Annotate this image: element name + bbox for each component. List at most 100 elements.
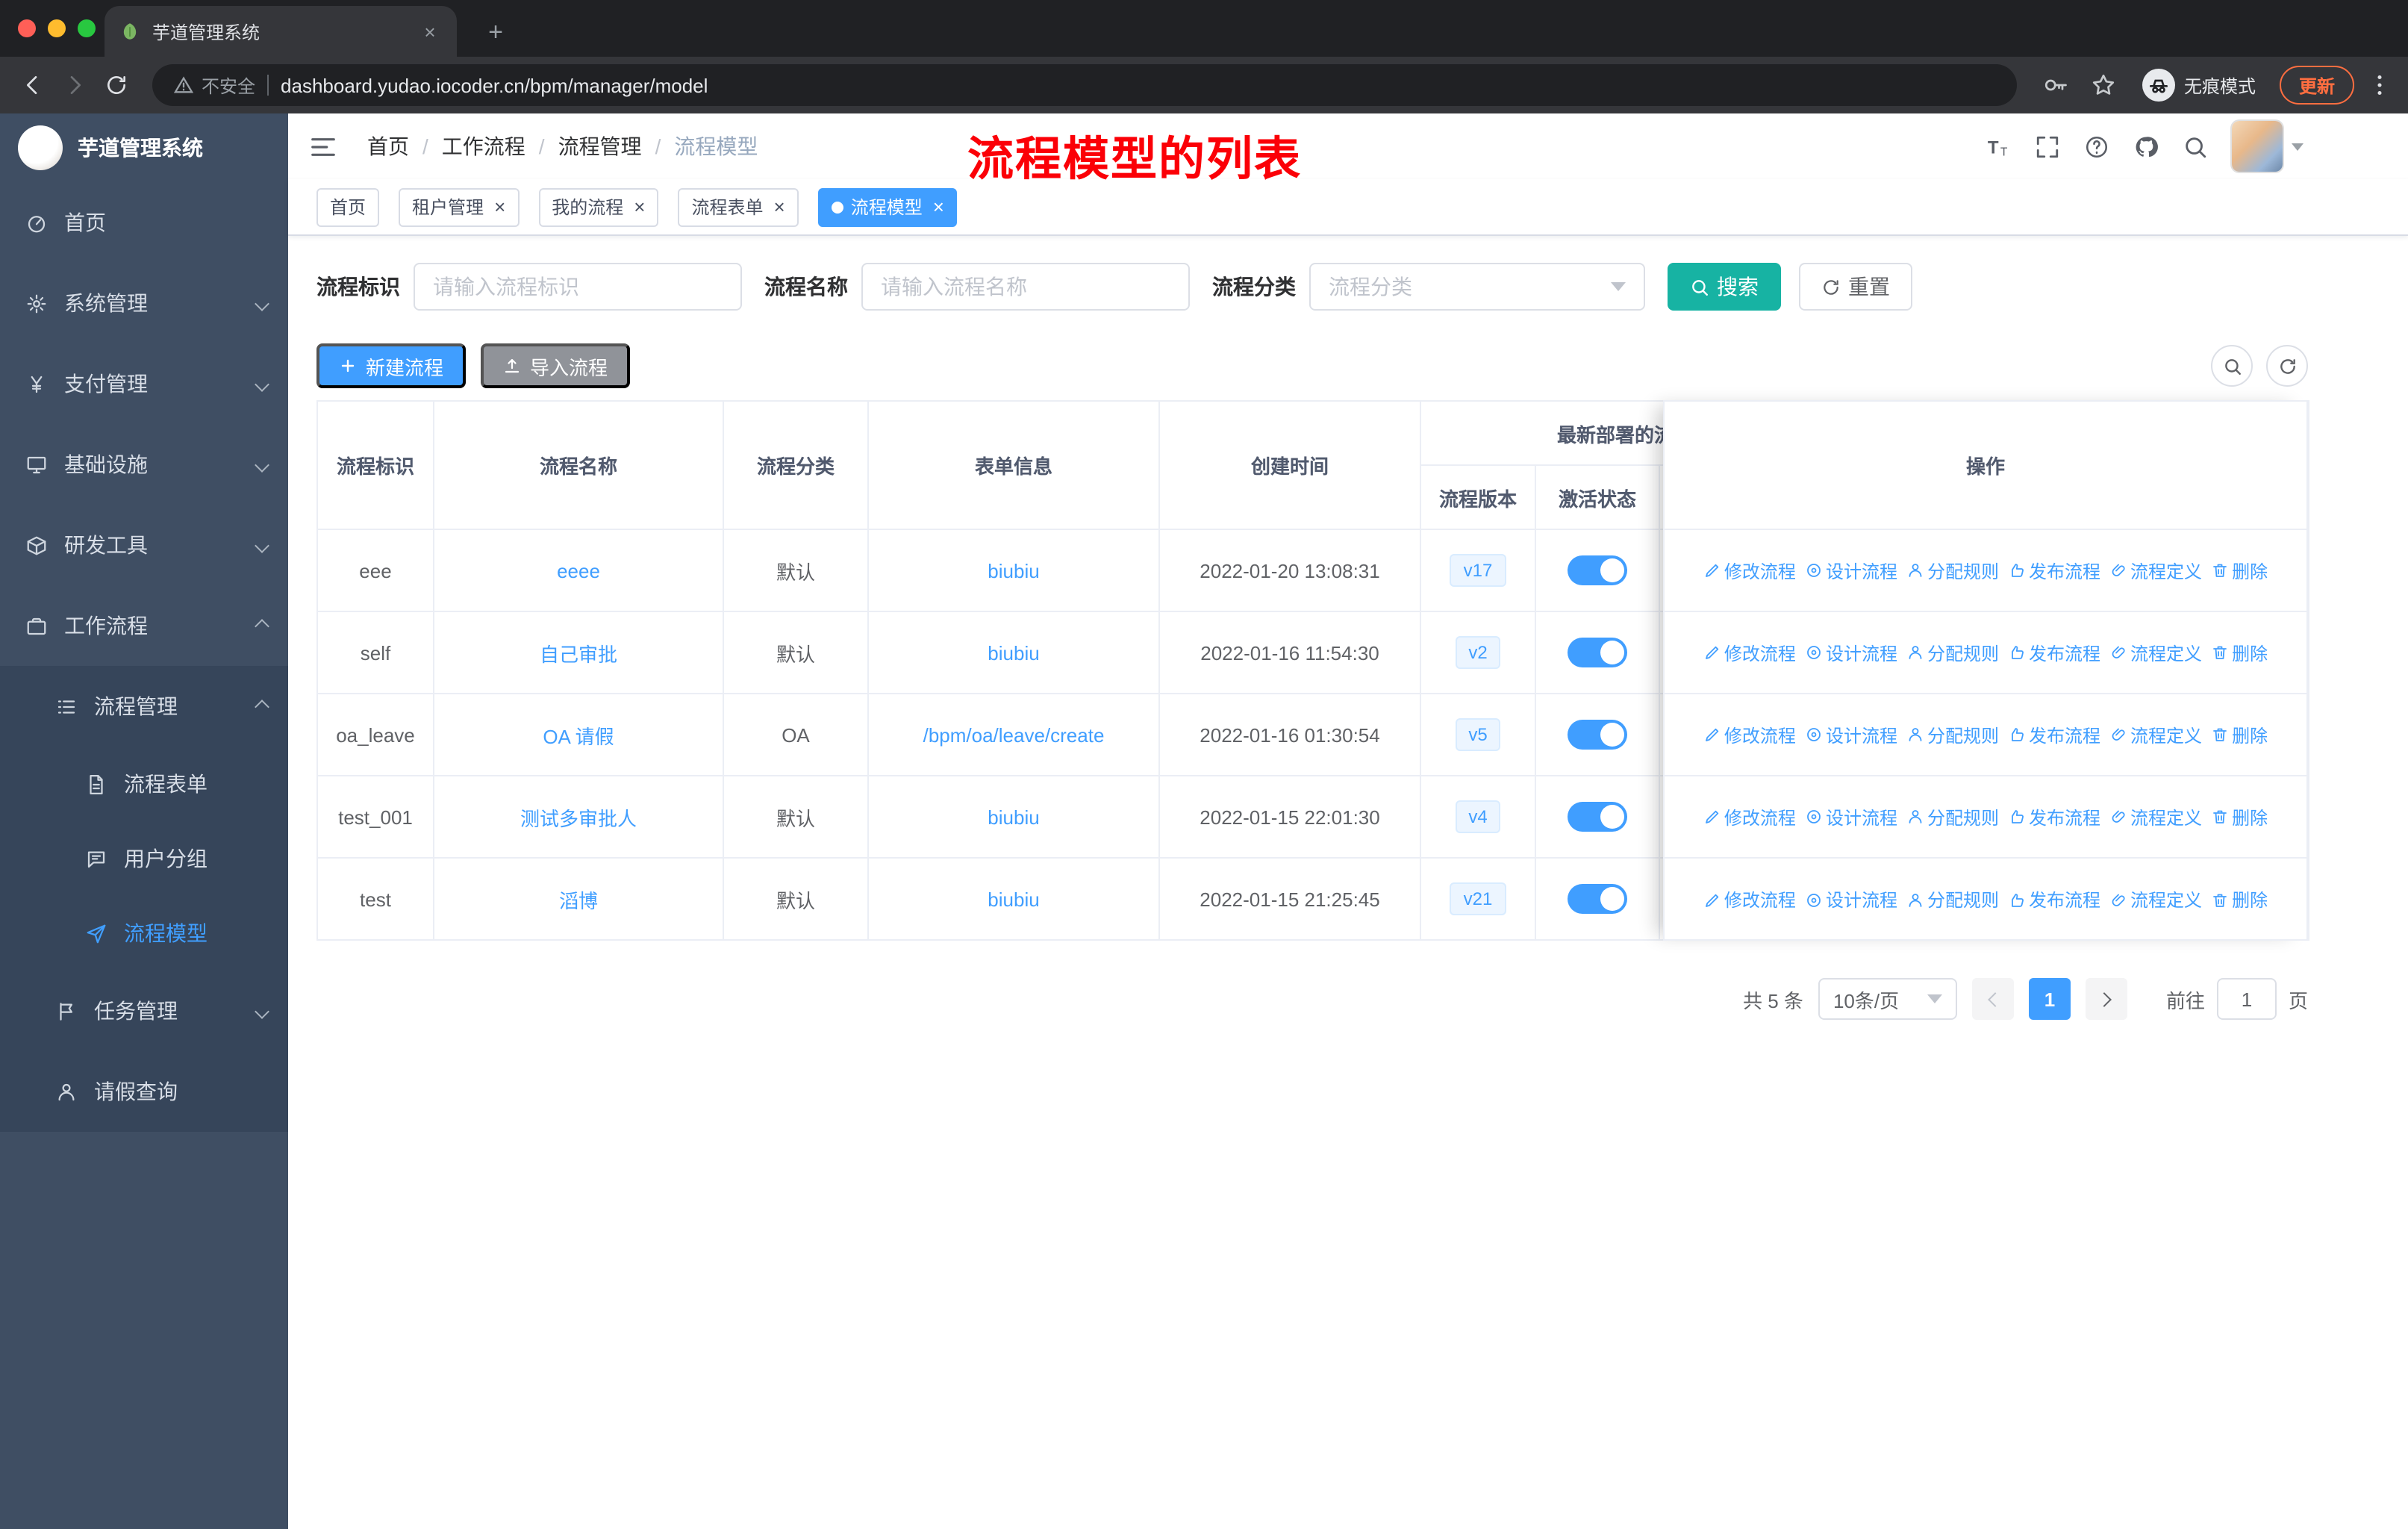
form-info-link[interactable]: biubiu	[988, 641, 1039, 664]
sidebar-item-process-model[interactable]: 流程模型	[0, 896, 288, 971]
logo[interactable]: 芋道管理系统	[0, 113, 288, 182]
goto-page-input[interactable]	[2216, 978, 2277, 1020]
toggle-search-button[interactable]	[2211, 345, 2253, 387]
breadcrumb-item[interactable]: 工作流程	[409, 131, 525, 161]
definition-process-link[interactable]: 流程定义	[2109, 804, 2202, 829]
delete-process-link[interactable]: 删除	[2211, 558, 2268, 583]
process-name-input[interactable]	[861, 263, 1190, 311]
publish-process-link[interactable]: 发布流程	[2008, 804, 2100, 829]
sidebar-item-task-manage[interactable]: 任务管理	[0, 971, 288, 1051]
close-icon[interactable]: ×	[933, 197, 944, 217]
fontsize-icon[interactable]: TT	[1986, 134, 2011, 159]
design-process-link[interactable]: 设计流程	[1805, 722, 1897, 747]
publish-process-link[interactable]: 发布流程	[2008, 558, 2100, 583]
breadcrumb-item[interactable]: 首页	[367, 131, 409, 161]
back-icon[interactable]	[15, 67, 51, 103]
assign-process-link[interactable]: 分配规则	[1906, 887, 1999, 912]
close-icon[interactable]: ×	[774, 197, 785, 217]
sidebar-item-devtools[interactable]: 研发工具	[0, 505, 288, 585]
minimize-window-button[interactable]	[48, 19, 66, 37]
process-name-link[interactable]: 自己审批	[540, 643, 617, 665]
sidebar-item-process-manage[interactable]: 流程管理	[0, 666, 288, 747]
process-name-link[interactable]: eeee	[557, 559, 600, 582]
address-bar[interactable]: 不安全 dashboard.yudao.iocoder.cn/bpm/manag…	[152, 64, 2017, 106]
publish-process-link[interactable]: 发布流程	[2008, 887, 2100, 912]
next-page-button[interactable]	[2085, 978, 2127, 1020]
definition-process-link[interactable]: 流程定义	[2109, 722, 2202, 747]
page-number-current[interactable]: 1	[2028, 978, 2071, 1020]
edit-process-link[interactable]: 修改流程	[1703, 887, 1796, 912]
process-key-input[interactable]	[414, 263, 742, 311]
maximize-window-button[interactable]	[78, 19, 96, 37]
process-category-select[interactable]: 流程分类	[1309, 263, 1645, 311]
sidebar-item-workflow[interactable]: 工作流程	[0, 585, 288, 666]
reload-icon[interactable]	[99, 67, 134, 103]
active-toggle[interactable]	[1568, 884, 1627, 914]
form-info-link[interactable]: biubiu	[988, 806, 1039, 828]
design-process-link[interactable]: 设计流程	[1805, 887, 1897, 912]
tab-chip[interactable]: 首页	[316, 187, 380, 226]
sidebar-item-home[interactable]: 首页	[0, 182, 288, 263]
delete-process-link[interactable]: 删除	[2211, 640, 2268, 665]
user-avatar[interactable]	[2232, 121, 2283, 172]
design-process-link[interactable]: 设计流程	[1805, 558, 1897, 583]
page-size-select[interactable]: 10条/页	[1818, 978, 1957, 1020]
edit-process-link[interactable]: 修改流程	[1703, 804, 1796, 829]
fullscreen-icon[interactable]	[2035, 134, 2060, 159]
publish-process-link[interactable]: 发布流程	[2008, 722, 2100, 747]
tab-chip[interactable]: 我的流程 ×	[538, 187, 659, 226]
design-process-link[interactable]: 设计流程	[1805, 640, 1897, 665]
sidebar-item-payment[interactable]: 支付管理	[0, 343, 288, 424]
assign-process-link[interactable]: 分配规则	[1906, 804, 1999, 829]
definition-process-link[interactable]: 流程定义	[2109, 558, 2202, 583]
publish-process-link[interactable]: 发布流程	[2008, 640, 2100, 665]
update-button[interactable]: 更新	[2279, 66, 2354, 105]
import-process-button[interactable]: 导入流程	[481, 343, 631, 388]
question-icon[interactable]	[2084, 134, 2109, 159]
active-toggle[interactable]	[1568, 638, 1627, 667]
sidebar-item-infrastructure[interactable]: 基础设施	[0, 424, 288, 505]
security-chip[interactable]: 不安全	[173, 72, 255, 98]
form-info-link[interactable]: biubiu	[988, 559, 1039, 582]
definition-process-link[interactable]: 流程定义	[2109, 887, 2202, 912]
edit-process-link[interactable]: 修改流程	[1703, 722, 1796, 747]
close-icon[interactable]: ×	[634, 197, 645, 217]
assign-process-link[interactable]: 分配规则	[1906, 722, 1999, 747]
star-icon[interactable]	[2090, 72, 2117, 99]
search-icon[interactable]	[2183, 134, 2208, 159]
browser-tab[interactable]: 芋道管理系统 ×	[105, 6, 457, 57]
sidebar-item-system[interactable]: 系统管理	[0, 263, 288, 343]
user-menu[interactable]	[2232, 121, 2303, 172]
form-info-link[interactable]: /bpm/oa/leave/create	[923, 723, 1105, 746]
sidebar-item-leave-query[interactable]: 请假查询	[0, 1051, 288, 1132]
edit-process-link[interactable]: 修改流程	[1703, 558, 1796, 583]
sidebar-collapse-icon[interactable]	[309, 132, 337, 161]
key-icon[interactable]	[2042, 72, 2069, 99]
process-name-link[interactable]: 测试多审批人	[520, 807, 637, 829]
browser-menu-icon[interactable]	[2366, 72, 2393, 99]
form-info-link[interactable]: biubiu	[988, 888, 1039, 910]
close-window-button[interactable]	[18, 19, 36, 37]
sidebar-item-user-group[interactable]: 用户分组	[0, 821, 288, 896]
forward-icon[interactable]	[57, 67, 93, 103]
assign-process-link[interactable]: 分配规则	[1906, 558, 1999, 583]
delete-process-link[interactable]: 删除	[2211, 887, 2268, 912]
reset-button[interactable]: 重置	[1799, 263, 1912, 311]
close-icon[interactable]: ×	[494, 197, 505, 217]
delete-process-link[interactable]: 删除	[2211, 722, 2268, 747]
active-toggle[interactable]	[1568, 555, 1627, 585]
refresh-table-button[interactable]	[2266, 345, 2308, 387]
breadcrumb-item[interactable]: 流程管理	[525, 131, 642, 161]
tab-close-icon[interactable]: ×	[418, 20, 442, 43]
delete-process-link[interactable]: 删除	[2211, 804, 2268, 829]
tab-chip[interactable]: 流程表单 ×	[678, 187, 799, 226]
search-button[interactable]: 搜索	[1668, 263, 1781, 311]
process-name-link[interactable]: 滔博	[559, 889, 598, 912]
edit-process-link[interactable]: 修改流程	[1703, 640, 1796, 665]
definition-process-link[interactable]: 流程定义	[2109, 640, 2202, 665]
create-process-button[interactable]: 新建流程	[316, 343, 467, 388]
tab-chip[interactable]: 租户管理 ×	[399, 187, 520, 226]
github-icon[interactable]	[2133, 134, 2159, 159]
tab-chip[interactable]: 流程模型 ×	[817, 187, 958, 226]
sidebar-item-process-form[interactable]: 流程表单	[0, 747, 288, 821]
